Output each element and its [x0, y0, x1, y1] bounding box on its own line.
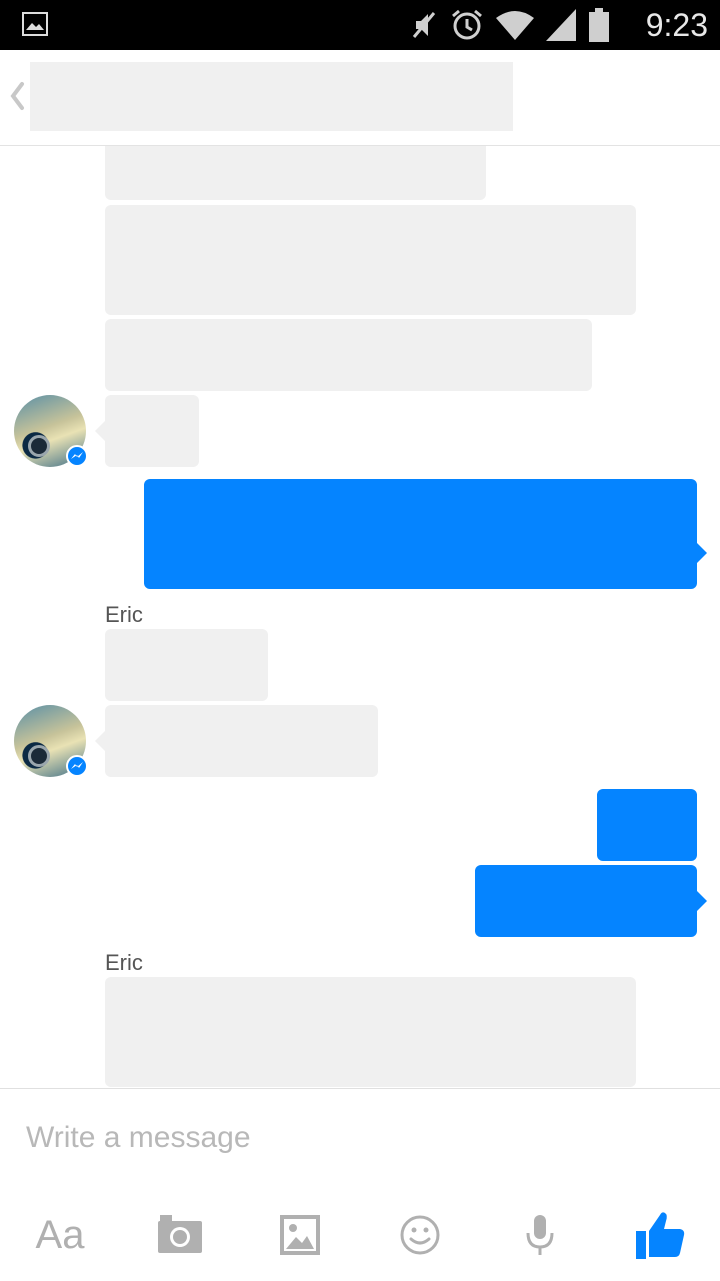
avatar-photo-detail: [28, 435, 50, 457]
camera-button[interactable]: [140, 1193, 220, 1277]
outgoing-message-bubble[interactable]: [597, 789, 697, 861]
signal-icon: [546, 9, 576, 41]
camera-icon: [158, 1215, 202, 1253]
message-list[interactable]: Eric Eric: [0, 146, 720, 1088]
wifi-icon: [496, 11, 534, 40]
image-icon: [22, 12, 48, 36]
message-input[interactable]: [24, 1115, 688, 1161]
status-time: 9:23: [645, 7, 708, 43]
composer-toolbar: Aa: [0, 1193, 720, 1277]
chevron-left-icon[interactable]: [6, 78, 30, 114]
sender-name: Eric: [105, 602, 143, 627]
gallery-button[interactable]: [260, 1193, 340, 1277]
bubble-tail: [697, 543, 707, 563]
voice-button[interactable]: [500, 1193, 580, 1277]
bubble-tail: [697, 891, 707, 911]
messenger-badge-icon: [66, 755, 88, 777]
text-style-label: Aa: [35, 1212, 85, 1257]
incoming-message-bubble[interactable]: [105, 629, 268, 701]
sender-name: Eric: [105, 950, 143, 975]
incoming-message-bubble[interactable]: [105, 395, 199, 467]
avatar[interactable]: [14, 395, 88, 467]
avatar-photo-detail: [28, 745, 50, 767]
gallery-icon: [280, 1215, 320, 1255]
microphone-icon: [526, 1215, 554, 1255]
battery-icon: [589, 8, 609, 42]
like-icon: [636, 1212, 685, 1259]
conversation-title[interactable]: [30, 62, 513, 131]
incoming-message-bubble[interactable]: [105, 977, 636, 1087]
outgoing-message-bubble[interactable]: [475, 865, 697, 937]
incoming-message-bubble[interactable]: [105, 146, 486, 200]
outgoing-message-bubble[interactable]: [144, 479, 697, 589]
messenger-badge-icon: [66, 445, 88, 467]
text-style-button[interactable]: Aa: [20, 1193, 100, 1277]
incoming-message-bubble[interactable]: [105, 205, 636, 315]
bubble-tail: [95, 421, 105, 441]
emoji-icon: [400, 1215, 440, 1255]
like-button[interactable]: [620, 1193, 700, 1277]
avatar[interactable]: [14, 705, 88, 777]
status-bar: 9:23: [0, 0, 720, 50]
alarm-icon: [452, 9, 482, 40]
incoming-message-bubble[interactable]: [105, 319, 592, 391]
conversation-header: [0, 50, 720, 146]
incoming-message-bubble[interactable]: [105, 705, 378, 777]
status-icons: [410, 8, 610, 42]
message-composer: Aa: [0, 1088, 720, 1281]
emoji-button[interactable]: [380, 1193, 460, 1277]
mute-icon: [412, 12, 436, 38]
bubble-tail: [95, 731, 105, 751]
